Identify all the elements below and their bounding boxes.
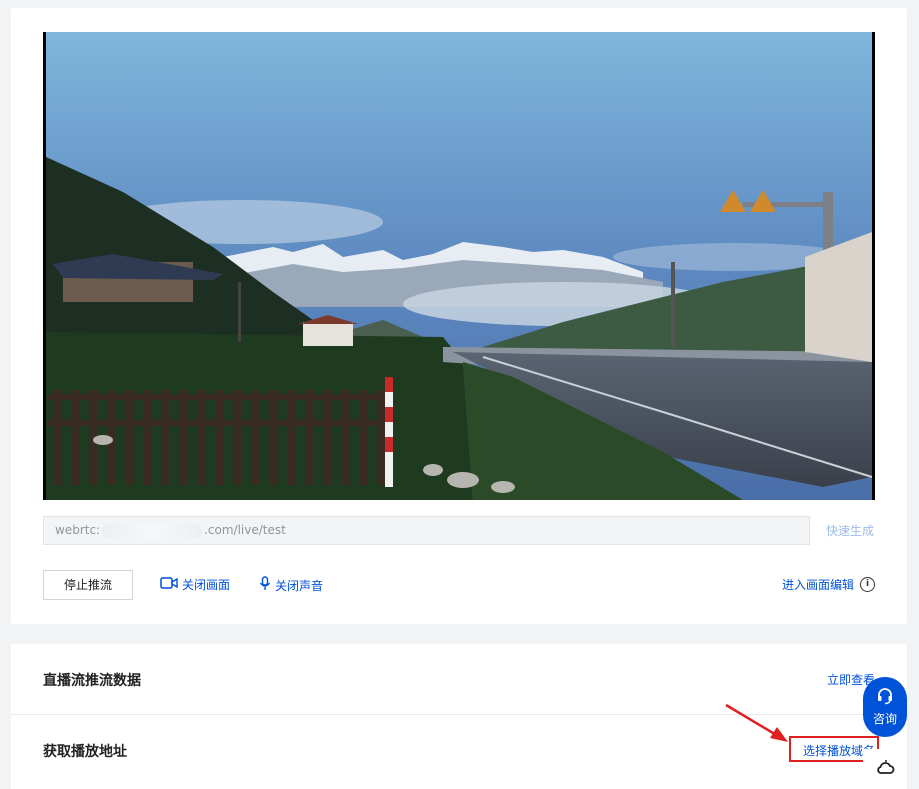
cloud-button[interactable] (863, 749, 907, 789)
close-video-label: 关闭画面 (182, 578, 231, 592)
push-url-field[interactable]: webrtc: .com/live/test (43, 516, 810, 545)
play-url-title: 获取播放地址 (43, 744, 127, 760)
url-prefix: webrtc: (55, 523, 101, 537)
url-suffix: .com/live/test (204, 523, 286, 537)
consult-button[interactable]: 咨询 (863, 677, 907, 737)
enter-edit-label: 进入画面编辑 (782, 578, 855, 592)
microphone-icon (259, 576, 271, 594)
close-audio-button[interactable]: 关闭声音 (259, 576, 323, 594)
url-domain-blur (102, 523, 203, 538)
cloud-icon (877, 760, 895, 780)
video-frame (43, 32, 875, 500)
video-preview (43, 32, 875, 500)
info-icon[interactable]: i (860, 577, 876, 592)
annotation-arrow (725, 703, 788, 742)
quick-generate-link[interactable]: 快速生成 (826, 522, 874, 539)
push-data-title: 直播流推流数据 (43, 673, 141, 689)
enter-edit-link[interactable]: 进入画面编辑 i (782, 576, 876, 593)
close-video-button[interactable]: 关闭画面 (160, 576, 230, 593)
headset-icon (876, 687, 894, 708)
close-audio-label: 关闭声音 (275, 578, 324, 593)
stop-push-button[interactable]: 停止推流 (43, 570, 133, 600)
camera-icon (160, 576, 178, 593)
consult-label: 咨询 (872, 712, 897, 726)
